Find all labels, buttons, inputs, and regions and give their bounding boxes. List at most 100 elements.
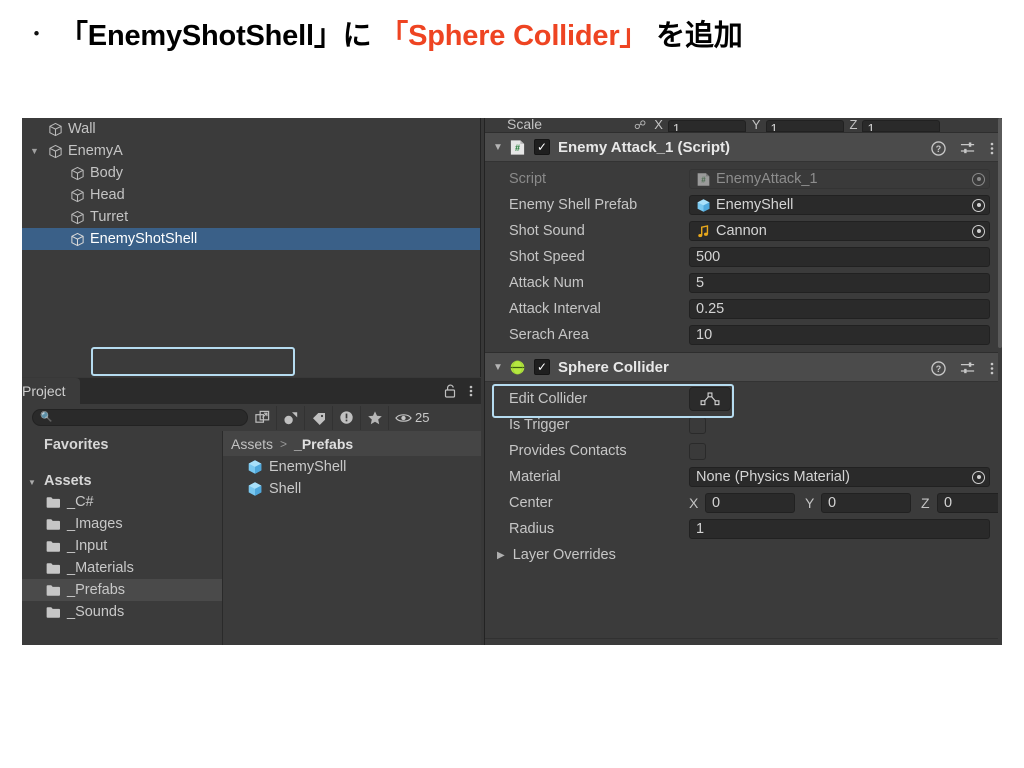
preset-icon[interactable] [960,361,976,375]
property-enemy-shell-prefab[interactable]: Enemy Shell Prefab EnemyShell [485,192,1002,218]
center-x-input[interactable]: 0 [705,493,795,513]
folder-item-materials[interactable]: _Materials [22,557,222,579]
enemy-shell-prefab-object-field[interactable]: EnemyShell [689,195,990,215]
property-edit-collider[interactable]: Edit Collider [485,386,1002,412]
preset-icon[interactable] [960,141,976,155]
asset-item-shell[interactable]: Shell [223,478,481,500]
material-object-field[interactable]: None (Physics Material) [689,467,990,487]
object-picker-button[interactable] [970,469,987,485]
folder-item-csharp[interactable]: _C# [22,491,222,513]
property-attack-interval[interactable]: Attack Interval 0.25 [485,296,1002,322]
shot-speed-input[interactable]: 500 [689,247,990,267]
warning-filter-icon[interactable] [332,405,360,430]
center-z-input[interactable]: 0 [937,493,1002,513]
component-title: Enemy Attack_1 (Script) [558,138,731,156]
component-header-sphere-collider[interactable]: ▼ ✓ Sphere Collider ? [485,352,1002,382]
scale-x[interactable]: X 1 [654,118,746,132]
property-material[interactable]: Material None (Physics Material) [485,464,1002,490]
visible-objects-counter[interactable]: 25 [388,405,435,430]
property-shot-sound[interactable]: Shot Sound Cannon [485,218,1002,244]
folder-item-sounds[interactable]: _Sounds [22,601,222,623]
is-trigger-checkbox[interactable] [689,416,706,434]
folder-item-input[interactable]: _Input [22,535,222,557]
project-panel[interactable]: Project 🔍 25 Favorites ▼ Assets _C# _Ima… [22,378,481,645]
component-title: Sphere Collider [558,358,669,376]
visible-count-label: 25 [415,410,430,425]
provides-contacts-checkbox[interactable] [689,442,706,460]
object-picker-button[interactable] [970,223,987,239]
property-label: Layer Overrides [512,547,616,563]
chevron-right-icon[interactable]: ▶ [497,550,505,561]
attack-interval-input[interactable]: 0.25 [689,299,990,319]
hierarchy-item-body[interactable]: Body [22,162,481,184]
hierarchy-item-head[interactable]: Head [22,184,481,206]
lock-icon[interactable] [444,384,456,398]
hierarchy-item-turret[interactable]: Turret [22,206,481,228]
component-header-enemy-attack[interactable]: ▼ # ✓ Enemy Attack_1 (Script) ? [485,132,1002,162]
filter-by-label-icon[interactable] [304,405,332,430]
kebab-menu-icon[interactable] [990,141,994,156]
hierarchy-item-enemya[interactable]: ▼ EnemyA [22,140,481,162]
inspector-scrollbar[interactable] [998,118,1002,645]
chevron-down-icon[interactable]: ▼ [28,478,36,487]
radius-input[interactable]: 1 [689,519,990,539]
kebab-menu-icon[interactable] [990,361,994,376]
favorite-star-icon[interactable] [360,405,388,430]
filter-by-type-icon[interactable] [276,405,304,430]
folder-item-prefabs[interactable]: _Prefabs [22,579,222,601]
assets-header[interactable]: ▼ Assets [22,471,222,491]
search-input[interactable] [52,410,223,425]
property-layer-overrides[interactable]: ▶ Layer Overrides [485,542,1002,568]
property-serach-area[interactable]: Serach Area 10 [485,322,1002,348]
inspector-panel[interactable]: Scale ☍ X 1 Y 1 Z 1 ▼ # ✓ Enemy Attack_1… [484,118,1002,645]
scale-z-input[interactable]: 1 [862,120,941,132]
property-shot-speed[interactable]: Shot Speed 500 [485,244,1002,270]
hierarchy-panel[interactable]: Wall ▼ EnemyA Body Head Turret EnemyShot… [22,118,481,377]
property-is-trigger[interactable]: Is Trigger [485,412,1002,438]
scale-y[interactable]: Y 1 [752,118,844,132]
asset-item-enemyshell[interactable]: EnemyShell [223,456,481,478]
edit-collider-button[interactable] [689,387,731,411]
object-picker-button[interactable] [970,197,987,213]
chevron-down-icon[interactable]: ▼ [30,146,44,156]
breadcrumb-current[interactable]: _Prefabs [294,436,353,452]
project-folder-tree[interactable]: Favorites ▼ Assets _C# _Images _Input _M… [22,431,223,645]
property-center[interactable]: Center X 0 Y 0 Z 0 [485,490,1002,516]
component-enabled-checkbox[interactable]: ✓ [534,139,550,155]
hierarchy-item-label: Body [90,165,124,181]
kebab-menu-icon[interactable] [469,384,473,398]
help-icon[interactable]: ? [931,360,946,376]
scale-y-input[interactable]: 1 [765,120,844,132]
constrain-proportions-icon[interactable]: ☍ [634,118,646,132]
serach-area-input[interactable]: 10 [689,325,990,345]
property-provides-contacts[interactable]: Provides Contacts [485,438,1002,464]
breadcrumb[interactable]: Assets > _Prefabs [223,431,481,456]
tab-project[interactable]: Project [22,378,80,404]
folder-item-images[interactable]: _Images [22,513,222,535]
property-attack-num[interactable]: Attack Num 5 [485,270,1002,296]
project-tab-bar: Project [22,378,481,404]
property-radius[interactable]: Radius 1 [485,516,1002,542]
center-y-input[interactable]: 0 [821,493,911,513]
help-icon[interactable]: ? [931,140,946,156]
transform-scale-row[interactable]: Scale ☍ X 1 Y 1 Z 1 [485,118,1002,132]
folder-label: _Input [67,538,108,554]
project-asset-list[interactable]: Assets > _Prefabs EnemyShell Shell [223,431,481,645]
open-in-new-window-icon[interactable] [248,406,276,430]
scale-z[interactable]: Z 1 [850,118,941,132]
folder-icon [46,606,60,618]
property-value: None (Physics Material) [696,469,850,485]
chevron-down-icon[interactable]: ▼ [493,362,509,373]
breadcrumb-root[interactable]: Assets [231,436,273,452]
component-enabled-checkbox[interactable]: ✓ [534,359,550,375]
chevron-down-icon[interactable]: ▼ [493,142,509,153]
center-vector3[interactable]: X 0 Y 0 Z 0 [689,493,1002,513]
hierarchy-item-enemyshotshell[interactable]: EnemyShotShell [22,228,481,250]
shot-sound-object-field[interactable]: Cannon [689,221,990,241]
search-field-wrapper[interactable]: 🔍 [32,409,248,426]
property-label: Material [509,469,561,485]
attack-num-input[interactable]: 5 [689,273,990,293]
project-toolbar[interactable]: 🔍 25 [22,404,481,431]
scale-x-input[interactable]: 1 [667,120,746,132]
hierarchy-item-wall[interactable]: Wall [22,118,481,140]
